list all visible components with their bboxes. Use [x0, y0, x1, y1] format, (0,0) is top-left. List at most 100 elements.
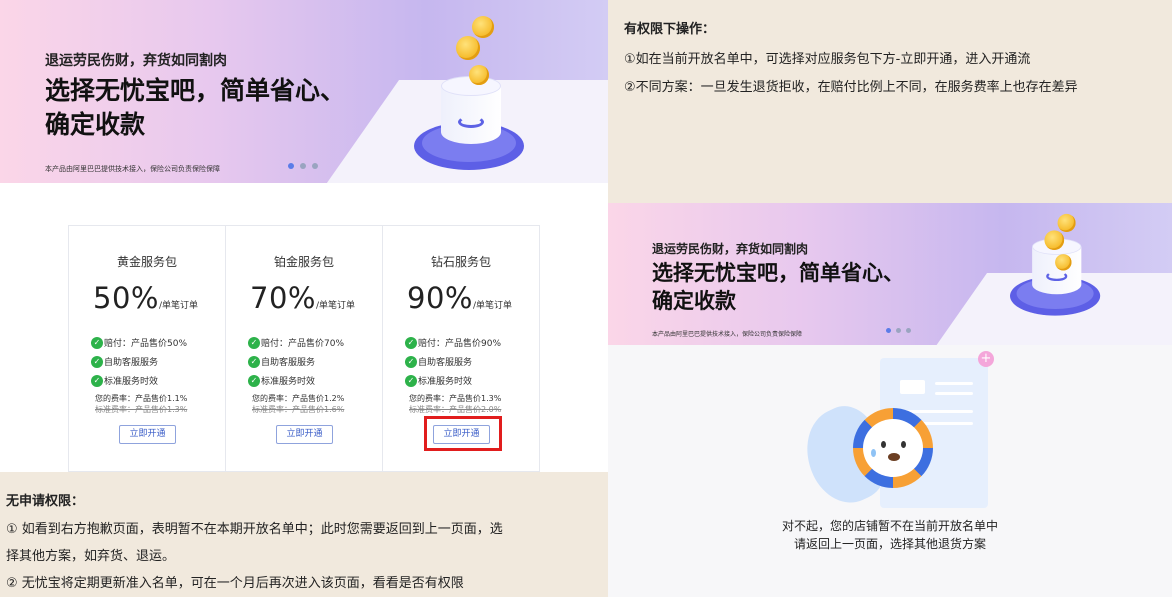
check-circle-icon: ✓ [91, 355, 103, 368]
mascot-face [863, 419, 923, 477]
coin-icon [1055, 254, 1072, 271]
carousel-dot[interactable] [906, 328, 911, 333]
package-feature: ✓ 自助客服服务 [405, 355, 472, 368]
check-circle-icon: ✓ [91, 336, 103, 349]
feature-label: 标准服务时效 [261, 377, 316, 387]
right-panel: 有权限下操作： ①如在当前开放名单中，可选择对应服务包下方-立即开通，进入开通流… [608, 0, 1172, 597]
standard-rate: 标准费率：产品售价1.6% [252, 405, 345, 414]
notes-line: ①如在当前开放名单中，可选择对应服务包下方-立即开通，进入开通流 [624, 52, 1031, 67]
package-feature: ✓ 赔付：产品售价90% [405, 336, 501, 349]
check-circle-icon: ✓ [248, 374, 260, 387]
package-platinum: 铂金服务包 70%/单笔订单 ✓ 赔付：产品售价70% ✓ 自助客服服务 ✓ 标准服务… [226, 226, 383, 471]
plus-icon: + [978, 351, 994, 367]
permission-notes: 有权限下操作： ①如在当前开放名单中，可选择对应服务包下方-立即开通，进入开通流… [624, 18, 1172, 102]
percent-unit: /单笔订单 [472, 301, 513, 311]
banner-headline-line1: 选择无忧宝吧，简单省心、 [652, 261, 904, 285]
package-feature: ✓ 标准服务时效 [91, 374, 158, 387]
package-percent: 50%/单笔订单 [93, 281, 198, 315]
feature-label: 自助客服服务 [104, 358, 159, 368]
package-title: 钻石服务包 [430, 255, 491, 269]
coin-icon [472, 16, 494, 38]
coin-stack-illustration [414, 10, 534, 170]
feature-label: 赔付：产品售价90% [418, 339, 502, 349]
promo-banner-small: 退运劳民伤财，弃货如同割肉 选择无忧宝吧，简单省心、 确定收款 本产品由阿里巴巴… [608, 203, 1172, 345]
carousel-dot[interactable] [288, 163, 294, 169]
percent-value: 50% [93, 281, 159, 315]
package-gold: 黄金服务包 50%/单笔订单 ✓ 赔付：产品售价50% ✓ 自助客服服务 ✓ 标准服务… [69, 226, 226, 471]
coin-stack-illustration [1010, 209, 1101, 316]
check-circle-icon: ✓ [405, 336, 417, 349]
feature-label: 自助客服服务 [261, 358, 316, 368]
feature-label: 标准服务时效 [104, 377, 159, 387]
package-title: 铂金服务包 [273, 255, 334, 269]
banner-headline-line2: 确定收款 [652, 289, 736, 313]
carousel-dot[interactable] [896, 328, 901, 333]
check-circle-icon: ✓ [91, 374, 103, 387]
alibaba-logo-icon [1046, 271, 1068, 282]
notes-heading: 无申请权限： [6, 494, 85, 509]
activate-button[interactable]: 立即开通 [119, 425, 176, 444]
package-feature: ✓ 自助客服服务 [248, 355, 315, 368]
check-circle-icon: ✓ [405, 374, 417, 387]
feature-label: 标准服务时效 [418, 377, 473, 387]
package-percent: 90%/单笔订单 [407, 281, 512, 315]
feature-label: 自助客服服务 [418, 358, 473, 368]
package-title: 黄金服务包 [116, 255, 177, 269]
check-circle-icon: ✓ [405, 355, 417, 368]
banner-headline: 选择无忧宝吧，简单省心、 确定收款 [652, 259, 952, 315]
coin-icon [1044, 230, 1065, 250]
coin-icon [456, 36, 480, 60]
carousel-dot[interactable] [886, 328, 891, 333]
activate-button[interactable]: 立即开通 [276, 425, 333, 444]
notes-line: 择其他方案，如弃货、退运。 [6, 549, 176, 564]
banner-headline-line2: 确定收款 [45, 110, 146, 139]
mascot-tear [871, 449, 876, 457]
notes-line: ① 如看到右方抱歉页面，表明暂不在本期开放名单中；此时您需要返回到上一页面，选 [6, 522, 503, 537]
highlight-box [424, 416, 502, 451]
error-message-line2: 请返回上一页面，选择其他退货方案 [793, 537, 986, 551]
no-permission-notes: 无申请权限： ① 如看到右方抱歉页面，表明暂不在本期开放名单中；此时您需要返回到… [0, 472, 608, 597]
carousel-dots [886, 328, 911, 333]
percent-unit: /单笔订单 [315, 301, 356, 311]
carousel-dot[interactable] [300, 163, 306, 169]
banner-subtitle: 退运劳民伤财，弃货如同割肉 [652, 242, 809, 256]
doc-line [935, 392, 973, 395]
package-feature: ✓ 赔付：产品售价50% [91, 336, 187, 349]
package-feature: ✓ 标准服务时效 [405, 374, 472, 387]
left-panel: 退运劳民伤财，弃货如同割肉 选择无忧宝吧，简单省心、 确定收款 本产品由阿里巴巴… [0, 0, 608, 597]
carousel-dot[interactable] [312, 163, 318, 169]
notes-line: ②不同方案：一旦发生退货拒收，在赔付比例上不同，在服务费率上也存在差异 [624, 80, 1078, 95]
standard-rate: 标准费率：产品售价1.3% [95, 405, 188, 414]
doc-block [900, 380, 925, 394]
sad-mascot-illustration: + [791, 351, 994, 515]
percent-value: 70% [250, 281, 316, 315]
check-circle-icon: ✓ [248, 355, 260, 368]
standard-rate: 标准费率：产品售价2.0% [409, 405, 502, 414]
not-eligible-page: + 对不起，您的店铺暂不在当前开放名单中 请返回上一页面，选择其他退货方案 [608, 345, 1172, 597]
coin-icon [1057, 213, 1076, 232]
percent-unit: /单笔订单 [158, 301, 199, 311]
banner-headline: 选择无忧宝吧，简单省心、 确定收款 [45, 74, 375, 142]
coin-icon [469, 65, 489, 85]
mascot-nose [888, 453, 900, 461]
package-feature: ✓ 自助客服服务 [91, 355, 158, 368]
package-feature: ✓ 标准服务时效 [248, 374, 315, 387]
banner-headline-line1: 选择无忧宝吧，简单省心、 [45, 76, 346, 105]
banner-footnote: 本产品由阿里巴巴提供技术接入，保险公司负责保险保障 [45, 165, 220, 173]
your-rate: 您的费率：产品售价1.1% [95, 394, 188, 403]
doc-line [935, 382, 973, 385]
mascot-eye [881, 441, 886, 448]
your-rate: 您的费率：产品售价1.2% [252, 394, 345, 403]
error-message-line1: 对不起，您的店铺暂不在当前开放名单中 [781, 519, 998, 533]
notes-heading: 有权限下操作： [624, 22, 716, 37]
alibaba-logo-icon [458, 116, 484, 128]
banner-subtitle: 退运劳民伤财，弃货如同割肉 [45, 53, 227, 69]
mascot-eye [901, 441, 906, 448]
feature-label: 赔付：产品售价70% [261, 339, 345, 349]
percent-value: 90% [407, 281, 473, 315]
promo-banner: 退运劳民伤财，弃货如同割肉 选择无忧宝吧，简单省心、 确定收款 本产品由阿里巴巴… [0, 0, 608, 183]
carousel-dots [288, 163, 318, 169]
package-feature: ✓ 赔付：产品售价70% [248, 336, 344, 349]
feature-label: 赔付：产品售价50% [104, 339, 188, 349]
check-circle-icon: ✓ [248, 336, 260, 349]
